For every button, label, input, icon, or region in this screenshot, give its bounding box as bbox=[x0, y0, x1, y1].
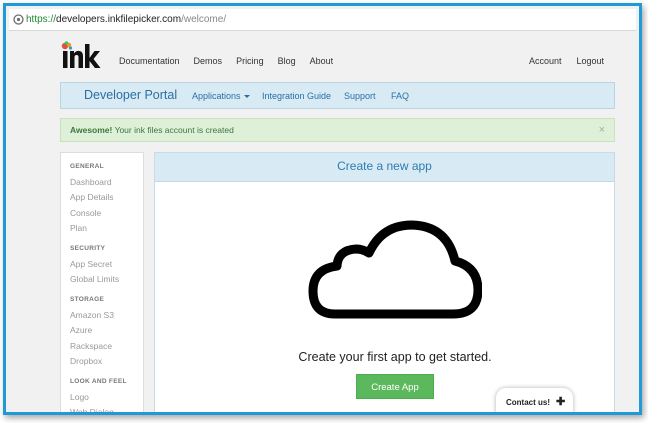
portal-faq[interactable]: FAQ bbox=[391, 91, 409, 101]
sidebar-item-global-limits[interactable]: Global Limits bbox=[70, 274, 119, 284]
screenshot-frame: https://developers.inkfilepicker.com/wel… bbox=[3, 3, 642, 415]
sidebar-section-look-and-feel: LOOK AND FEEL bbox=[70, 378, 127, 385]
contact-us-widget[interactable]: Contact us! ✚ bbox=[496, 388, 573, 412]
sidebar-item-web-dialog[interactable]: Web Dialog bbox=[70, 407, 114, 412]
cloud-icon bbox=[308, 220, 482, 319]
portal-applications-dropdown[interactable]: Applications bbox=[192, 91, 250, 101]
secure-page-icon bbox=[13, 14, 24, 25]
sidebar-item-rackspace[interactable]: Rackspace bbox=[70, 341, 112, 351]
portal-brand[interactable]: Developer Portal bbox=[84, 88, 177, 102]
sidebar-item-dropbox[interactable]: Dropbox bbox=[70, 356, 102, 366]
panel-header: Create a new app bbox=[155, 153, 614, 182]
alert-strong: Awesome! bbox=[70, 125, 113, 135]
success-alert: Awesome! Your ink files account is creat… bbox=[60, 118, 615, 142]
empty-state-message: Create your first app to get started. bbox=[298, 350, 492, 364]
create-app-button[interactable]: Create App bbox=[356, 374, 434, 399]
nav-pricing[interactable]: Pricing bbox=[236, 56, 264, 66]
nav-blog[interactable]: Blog bbox=[278, 56, 296, 66]
ink-logo[interactable] bbox=[61, 41, 101, 71]
portal-applications-label: Applications bbox=[192, 91, 241, 101]
sidebar-item-azure[interactable]: Azure bbox=[70, 325, 92, 335]
alert-message: Awesome! Your ink files account is creat… bbox=[70, 119, 234, 141]
nav-documentation[interactable]: Documentation bbox=[119, 56, 180, 66]
portal-integration-guide[interactable]: Integration Guide bbox=[262, 91, 331, 101]
account-nav: Account Logout bbox=[514, 56, 604, 66]
url-host: developers.inkfilepicker.com bbox=[56, 14, 182, 25]
nav-logout[interactable]: Logout bbox=[576, 56, 604, 66]
url-scheme: https:// bbox=[26, 14, 57, 25]
nav-about[interactable]: About bbox=[310, 56, 334, 66]
chevron-down-icon bbox=[243, 95, 250, 99]
panel-title: Create a new app bbox=[337, 159, 432, 173]
nav-demos[interactable]: Demos bbox=[194, 56, 223, 66]
web-page: Documentation Demos Pricing Blog About Accou… bbox=[9, 31, 636, 412]
sidebar-item-amazon-s3[interactable]: Amazon S3 bbox=[70, 310, 114, 320]
nav-account[interactable]: Account bbox=[529, 56, 562, 66]
alert-text: Your ink files account is created bbox=[112, 125, 234, 135]
sidebar-item-app-details[interactable]: App Details bbox=[70, 192, 113, 202]
sidebar-section-storage: STORAGE bbox=[70, 296, 105, 303]
sidebar-section-general: GENERAL bbox=[70, 163, 104, 170]
address-bar[interactable]: https://developers.inkfilepicker.com/wel… bbox=[9, 9, 636, 31]
url-text: https://developers.inkfilepicker.com/wel… bbox=[26, 9, 226, 30]
sidebar-item-logo[interactable]: Logo bbox=[70, 392, 89, 402]
sidebar-item-plan[interactable]: Plan bbox=[70, 223, 87, 233]
sidebar-item-console[interactable]: Console bbox=[70, 208, 101, 218]
sidebar-item-app-secret[interactable]: App Secret bbox=[70, 259, 112, 269]
portal-navbar: Developer Portal Applications Integratio… bbox=[60, 82, 615, 109]
sidebar-item-dashboard[interactable]: Dashboard bbox=[70, 177, 112, 187]
create-app-panel: Create a new app Create your first app t… bbox=[154, 152, 615, 412]
url-path: /welcome/ bbox=[181, 14, 227, 25]
close-icon[interactable]: × bbox=[599, 119, 605, 141]
portal-support[interactable]: Support bbox=[344, 91, 376, 101]
main-nav: Documentation Demos Pricing Blog About bbox=[119, 56, 347, 66]
sidebar: GENERAL Dashboard App Details Console Pl… bbox=[60, 152, 144, 412]
plus-icon: ✚ bbox=[556, 396, 566, 408]
contact-us-label: Contact us! bbox=[506, 398, 550, 407]
sidebar-section-security: SECURITY bbox=[70, 245, 106, 252]
